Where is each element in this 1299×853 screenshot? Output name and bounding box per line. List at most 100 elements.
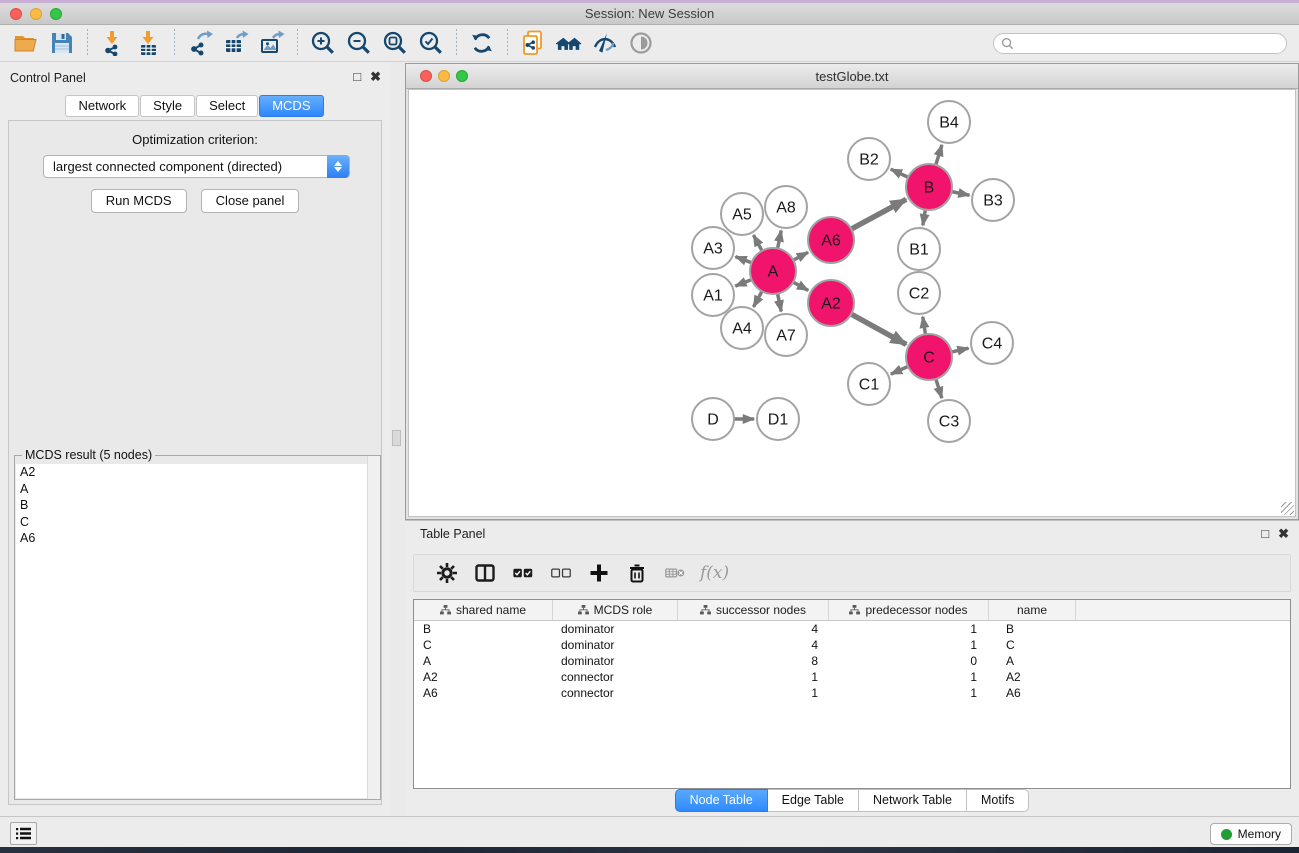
import-table-button[interactable] — [131, 27, 167, 59]
new-network-from-selection-button[interactable] — [515, 27, 551, 59]
run-mcds-button[interactable]: Run MCDS — [91, 189, 187, 213]
graph-node-A7[interactable]: A7 — [765, 314, 807, 356]
graph-node-C1[interactable]: C1 — [848, 363, 890, 405]
table-cell[interactable]: A2 — [414, 669, 553, 685]
tab-mcds[interactable]: MCDS — [259, 95, 323, 117]
graph-node-B1[interactable]: B1 — [898, 228, 940, 270]
graph-node-B3[interactable]: B3 — [972, 179, 1014, 221]
table-settings-button[interactable] — [428, 558, 466, 588]
home-button[interactable] — [551, 27, 587, 59]
graph-node-C[interactable]: C — [906, 334, 952, 380]
result-list-item[interactable]: B — [16, 497, 379, 514]
window-titlebar[interactable]: Session: New Session — [0, 3, 1299, 25]
table-cell[interactable]: 1 — [829, 637, 989, 653]
table-row[interactable]: Adominator80A — [414, 653, 1290, 669]
add-column-button[interactable] — [580, 558, 618, 588]
export-network-button[interactable] — [182, 27, 218, 59]
search-input[interactable] — [1018, 36, 1279, 50]
export-table-button[interactable] — [218, 27, 254, 59]
table-row[interactable]: A6connector11A6 — [414, 685, 1290, 701]
graph-node-A3[interactable]: A3 — [692, 227, 734, 269]
hide-graphics-details-button[interactable] — [587, 27, 623, 59]
show-graphics-details-button[interactable] — [623, 27, 659, 59]
column-header-shared-name[interactable]: shared name — [414, 600, 553, 620]
result-list-scrollbar[interactable] — [367, 456, 380, 799]
network-canvas[interactable]: B4B2BB3A8A5A6A3B1AC2A1A2A4A7C4CC1DD1C3 — [408, 89, 1296, 517]
table-cell[interactable]: 1 — [829, 685, 989, 701]
open-session-button[interactable] — [8, 27, 44, 59]
zoom-selected-button[interactable] — [413, 27, 449, 59]
close-table-panel-icon[interactable]: ✖ — [1278, 526, 1289, 542]
zoom-in-button[interactable] — [305, 27, 341, 59]
apply-layout-button[interactable] — [464, 27, 500, 59]
column-header-successor-nodes[interactable]: successor nodes — [678, 600, 829, 620]
graph-node-C2[interactable]: C2 — [898, 272, 940, 314]
show-columns-button[interactable] — [466, 558, 504, 588]
table-cell[interactable]: 4 — [678, 637, 829, 653]
splitter-grip[interactable] — [392, 430, 401, 446]
close-panel-button[interactable]: Close panel — [201, 189, 300, 213]
save-session-button[interactable] — [44, 27, 80, 59]
zoom-fit-button[interactable] — [377, 27, 413, 59]
tab-edge-table[interactable]: Edge Table — [768, 789, 859, 812]
table-cell[interactable]: B — [414, 621, 553, 637]
table-cell[interactable]: 8 — [678, 653, 829, 669]
export-image-button[interactable] — [254, 27, 290, 59]
table-cell[interactable]: B — [989, 621, 1076, 637]
panel-splitter[interactable] — [390, 62, 405, 816]
graph-node-A4[interactable]: A4 — [721, 307, 763, 349]
table-cell[interactable]: connector — [553, 669, 678, 685]
table-cell[interactable]: 0 — [829, 653, 989, 669]
graph-node-A6[interactable]: A6 — [808, 217, 854, 263]
graph-node-D1[interactable]: D1 — [757, 398, 799, 440]
table-cell[interactable]: C — [989, 637, 1076, 653]
result-list-item[interactable]: A2 — [16, 464, 379, 481]
table-cell[interactable]: connector — [553, 685, 678, 701]
graph-node-B2[interactable]: B2 — [848, 138, 890, 180]
result-list-item[interactable]: C — [16, 514, 379, 531]
table-row[interactable]: Cdominator41C — [414, 637, 1290, 653]
tab-network[interactable]: Network — [65, 95, 139, 117]
graph-node-A[interactable]: A — [750, 248, 796, 294]
table-cell[interactable]: A2 — [989, 669, 1076, 685]
table-cell[interactable]: 1 — [678, 685, 829, 701]
table-row[interactable]: Bdominator41B — [414, 621, 1290, 637]
tab-style[interactable]: Style — [140, 95, 195, 117]
table-cell[interactable]: C — [414, 637, 553, 653]
zoom-out-button[interactable] — [341, 27, 377, 59]
table-cell[interactable]: dominator — [553, 653, 678, 669]
graph-node-B[interactable]: B — [906, 164, 952, 210]
table-cell[interactable]: 1 — [678, 669, 829, 685]
graph-node-C4[interactable]: C4 — [971, 322, 1013, 364]
column-header-predecessor-nodes[interactable]: predecessor nodes — [829, 600, 989, 620]
tab-network-table[interactable]: Network Table — [859, 789, 967, 812]
graph-node-A5[interactable]: A5 — [721, 193, 763, 235]
tab-node-table[interactable]: Node Table — [675, 789, 768, 812]
table-cell[interactable]: A — [989, 653, 1076, 669]
search-field[interactable] — [993, 33, 1287, 54]
table-cell[interactable]: 4 — [678, 621, 829, 637]
result-list-item[interactable]: A6 — [16, 530, 379, 547]
column-header-mcds-role[interactable]: MCDS role — [553, 600, 678, 620]
tab-select[interactable]: Select — [196, 95, 258, 117]
graph-node-B4[interactable]: B4 — [928, 101, 970, 143]
table-row[interactable]: A2connector11A2 — [414, 669, 1290, 685]
function-builder-button[interactable]: f(x) — [700, 563, 729, 583]
network-window-titlebar[interactable]: testGlobe.txt — [406, 64, 1298, 89]
network-resize-grip[interactable] — [1281, 502, 1294, 515]
column-header-name[interactable]: name — [989, 600, 1076, 620]
table-cell[interactable]: dominator — [553, 621, 678, 637]
criterion-select[interactable]: largest connected component (directed) — [43, 155, 350, 178]
show-panels-button[interactable] — [10, 822, 37, 845]
graph-node-C3[interactable]: C3 — [928, 400, 970, 442]
tab-motifs[interactable]: Motifs — [967, 789, 1029, 812]
network-graph[interactable]: B4B2BB3A8A5A6A3B1AC2A1A2A4A7C4CC1DD1C3 — [409, 90, 1296, 517]
graph-node-A2[interactable]: A2 — [808, 280, 854, 326]
result-list-item[interactable]: A — [16, 481, 379, 498]
delete-table-button[interactable] — [656, 558, 694, 588]
close-panel-icon[interactable]: ✖ — [370, 69, 381, 85]
table-cell[interactable]: A6 — [989, 685, 1076, 701]
select-all-columns-button[interactable] — [504, 558, 542, 588]
graph-node-D[interactable]: D — [692, 398, 734, 440]
table-cell[interactable]: dominator — [553, 637, 678, 653]
